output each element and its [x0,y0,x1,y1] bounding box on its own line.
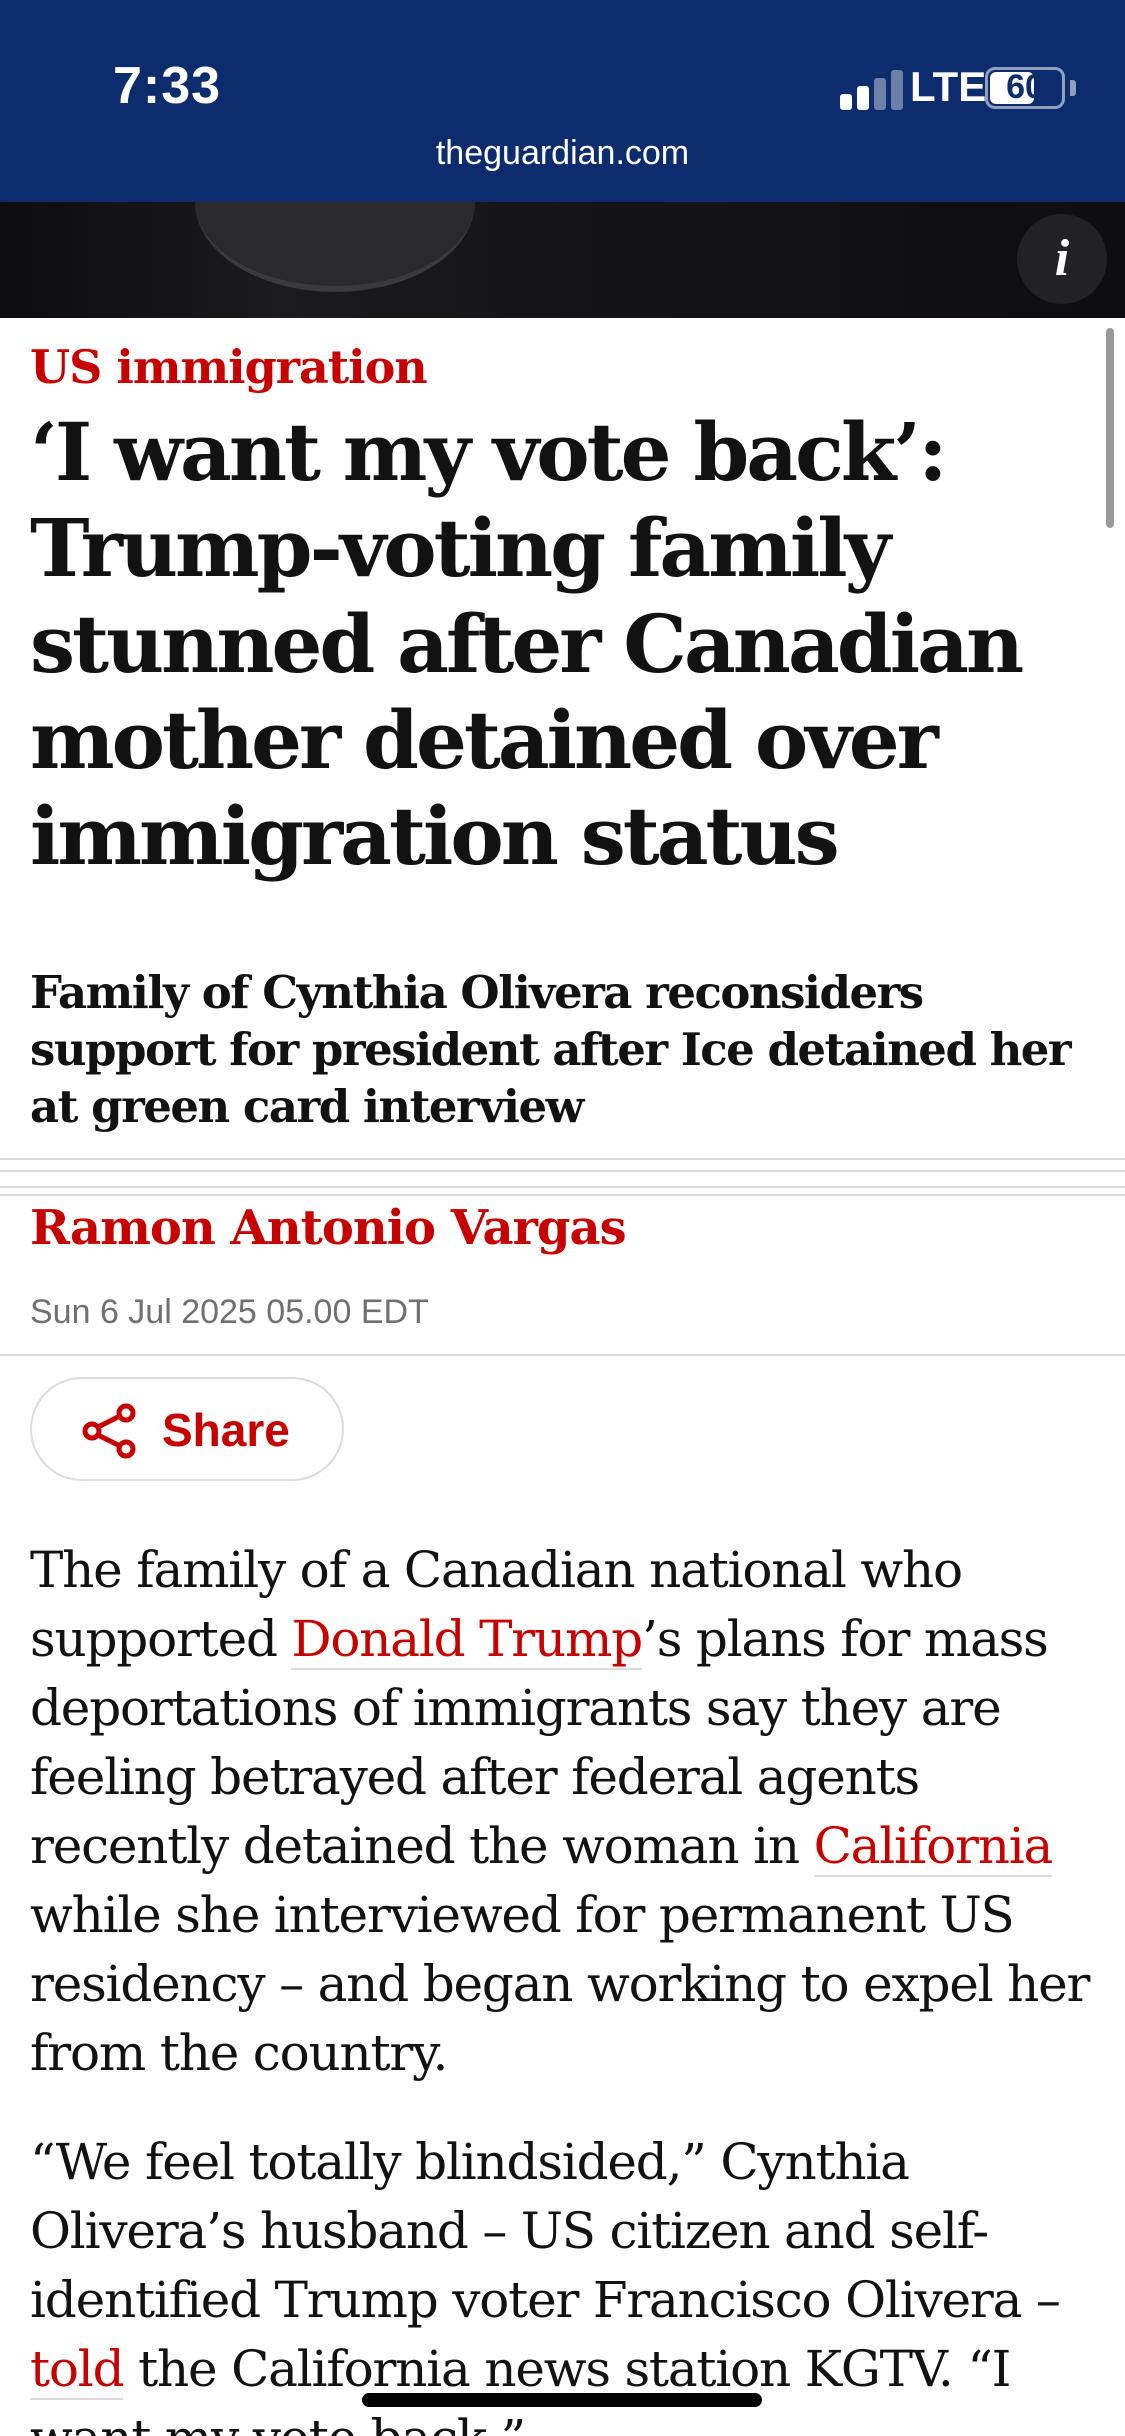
paragraph-text: while she interviewed for permanent US r… [30,1886,1090,2082]
paragraph-text: “We feel totally blindsided,” Cynthia Ol… [30,2133,1061,2329]
divider [0,1170,1125,1172]
article-paragraph: “We feel totally blindsided,” Cynthia Ol… [30,2128,1105,2436]
share-button[interactable]: Share [30,1377,344,1481]
article-paragraph: The family of a Canadian national who su… [30,1536,1105,2088]
article-kicker[interactable]: US immigration [30,340,428,394]
article-headline: ‘I want my vote back’: Trump-voting fami… [30,405,1024,883]
article-standfirst: Family of Cynthia Olivera reconsiders su… [30,966,1072,1133]
divider [0,1194,1125,1196]
share-icon [82,1403,136,1459]
home-indicator[interactable] [362,2393,762,2407]
battery-level: 60 [1006,68,1044,106]
divider [0,1354,1125,1356]
author-byline[interactable]: Ramon Antonio Vargas [30,1200,627,1256]
divider [0,1186,1125,1188]
image-info-button[interactable]: i [1017,214,1107,304]
signal-strength-icon [840,66,910,110]
link-told[interactable]: told [30,2340,125,2400]
status-time: 7:33 [113,57,222,115]
hero-image-subject [195,202,475,292]
share-label: Share [162,1404,290,1456]
battery-tip [1070,80,1076,96]
url-bar[interactable]: theguardian.com [0,134,1125,173]
publish-date: Sun 6 Jul 2025 05.00 EDT [30,1293,429,1331]
link-california[interactable]: California [813,1817,1053,1877]
battery-icon: 60 [985,67,1065,109]
paragraph-text: the California news station KGTV. “I wan… [30,2340,1011,2436]
browser-top-bar: 7:33 LTE 60 theguardian.com [0,0,1125,202]
link-donald-trump[interactable]: Donald Trump [291,1610,643,1670]
hero-image: i [0,202,1125,318]
divider [0,1158,1125,1160]
scrollbar[interactable] [1106,328,1114,528]
network-type: LTE [910,63,987,110]
